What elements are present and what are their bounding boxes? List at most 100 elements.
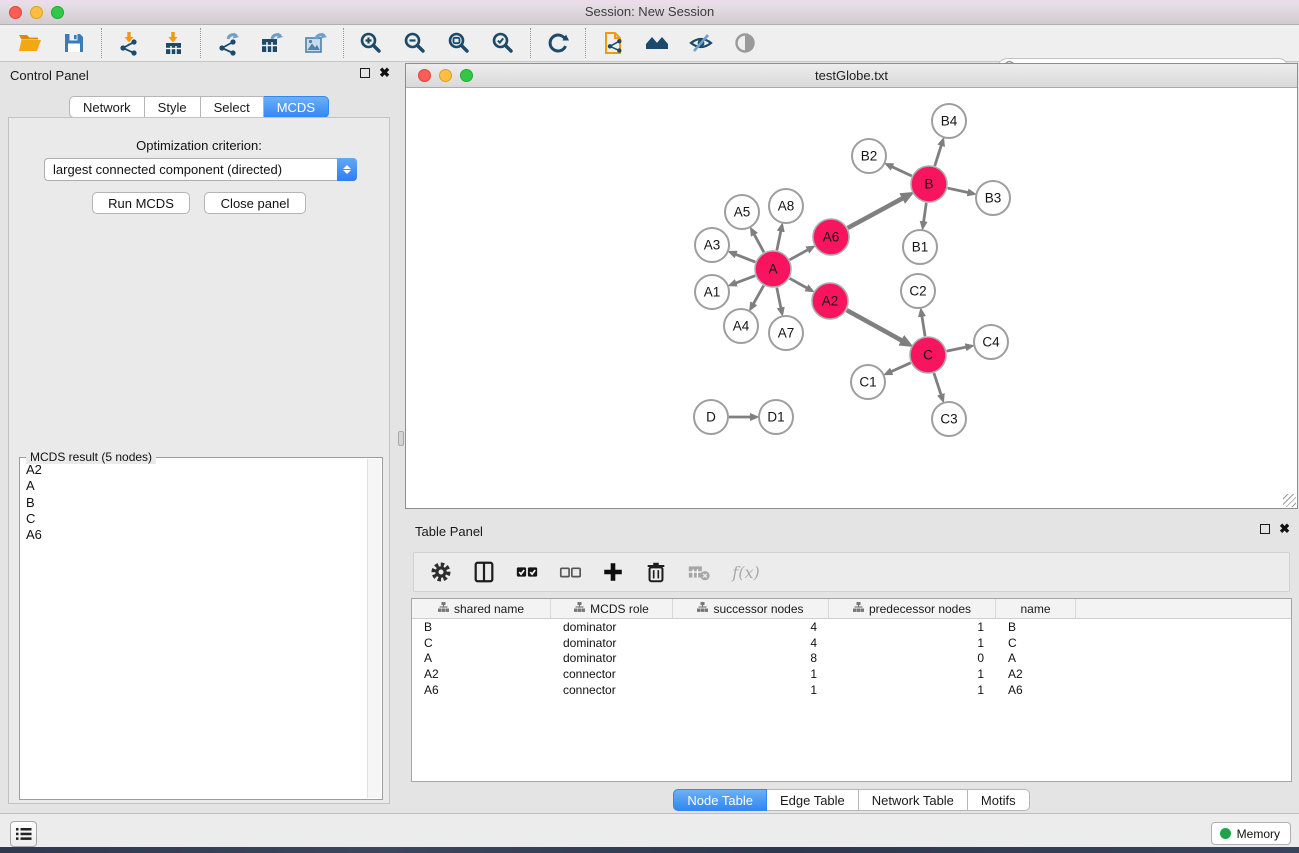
dropdown-stepper-icon[interactable]: [337, 158, 357, 181]
hide-graphics-details-icon[interactable]: [687, 29, 715, 57]
tab-node-table[interactable]: Node Table: [673, 789, 767, 811]
save-session-icon[interactable]: [60, 29, 88, 57]
trash-icon[interactable]: [643, 559, 669, 585]
graph-node-A1[interactable]: A1: [695, 275, 729, 309]
tab-select[interactable]: Select: [201, 96, 264, 118]
table-row[interactable]: A6connector11A6: [412, 682, 1291, 698]
edge-B-B1[interactable]: [924, 203, 927, 222]
mcds-result-item[interactable]: C: [22, 511, 366, 527]
table-cell[interactable]: C: [412, 636, 551, 650]
column-header-predecessor-nodes[interactable]: predecessor nodes: [829, 599, 996, 618]
tab-edge-table[interactable]: Edge Table: [767, 789, 859, 811]
table-cell[interactable]: B: [996, 620, 1076, 634]
import-network-icon[interactable]: [115, 29, 143, 57]
float-table-panel-icon[interactable]: [1260, 524, 1270, 534]
table-cell[interactable]: C: [996, 636, 1076, 650]
task-history-button[interactable]: [10, 821, 37, 847]
table-cell[interactable]: 1: [673, 683, 829, 697]
edge-A6-B[interactable]: [848, 198, 904, 228]
table-cell[interactable]: A6: [996, 683, 1076, 697]
edge-A-A4[interactable]: [753, 286, 763, 305]
graph-node-A2[interactable]: A2: [812, 283, 848, 319]
table-cell[interactable]: 1: [829, 620, 996, 634]
graph-node-C1[interactable]: C1: [851, 365, 885, 399]
table-cell[interactable]: dominator: [551, 651, 673, 665]
edge-A-A8[interactable]: [777, 230, 781, 250]
table-row[interactable]: Cdominator41C: [412, 635, 1291, 651]
edge-C-C1[interactable]: [891, 363, 911, 372]
tab-network-table[interactable]: Network Table: [859, 789, 968, 811]
table-cell[interactable]: 0: [829, 651, 996, 665]
split-table-icon[interactable]: [471, 559, 497, 585]
optimization-criterion-dropdown[interactable]: largest connected component (directed): [44, 158, 357, 181]
edge-A-A7[interactable]: [777, 288, 781, 309]
graph-node-B4[interactable]: B4: [932, 104, 966, 138]
column-header-name[interactable]: name: [996, 599, 1076, 618]
refresh-icon[interactable]: [544, 29, 572, 57]
edge-A-A1[interactable]: [735, 276, 755, 283]
graph-node-B2[interactable]: B2: [852, 139, 886, 173]
check-pair-icon[interactable]: [514, 559, 540, 585]
table-row[interactable]: Bdominator41B: [412, 619, 1291, 635]
table-cell[interactable]: A6: [412, 683, 551, 697]
zoom-out-icon[interactable]: [401, 29, 429, 57]
network-window-titlebar[interactable]: testGlobe.txt: [406, 64, 1297, 88]
graph-node-D1[interactable]: D1: [759, 400, 793, 434]
graph-node-A8[interactable]: A8: [769, 189, 803, 223]
graph-node-A3[interactable]: A3: [695, 228, 729, 262]
uncheck-pair-icon[interactable]: [557, 559, 583, 585]
graph-node-B1[interactable]: B1: [903, 230, 937, 264]
tab-mcds[interactable]: MCDS: [264, 96, 329, 118]
window-resize-grip[interactable]: [1283, 494, 1296, 507]
network-canvas[interactable]: B4B2BB3A5A8A6A3B1AA1C2A2A4A7C4CC1C3DD1: [406, 88, 1297, 508]
close-panel-icon[interactable]: ✖: [379, 68, 390, 78]
table-cell[interactable]: dominator: [551, 636, 673, 650]
graph-node-A4[interactable]: A4: [724, 309, 758, 343]
export-table-icon[interactable]: [258, 29, 286, 57]
edge-A-A5[interactable]: [754, 234, 764, 252]
graph-node-C3[interactable]: C3: [932, 402, 966, 436]
edge-A-A3[interactable]: [735, 254, 755, 262]
zoom-fit-icon[interactable]: [445, 29, 473, 57]
table-cell[interactable]: 4: [673, 636, 829, 650]
edge-A-A6[interactable]: [790, 250, 809, 260]
edge-C-C4[interactable]: [947, 347, 967, 351]
table-cell[interactable]: dominator: [551, 620, 673, 634]
table-cell[interactable]: A2: [996, 667, 1076, 681]
import-table-icon[interactable]: [159, 29, 187, 57]
close-table-panel-icon[interactable]: ✖: [1279, 524, 1290, 534]
edge-B-B4[interactable]: [935, 145, 942, 166]
table-cell[interactable]: A2: [412, 667, 551, 681]
mcds-result-item[interactable]: A6: [22, 527, 366, 543]
edge-B-B3[interactable]: [948, 188, 969, 193]
edge-C-C3[interactable]: [934, 373, 941, 395]
mcds-result-item[interactable]: B: [22, 495, 366, 511]
result-scrollbar[interactable]: [367, 459, 381, 798]
tab-style[interactable]: Style: [145, 96, 201, 118]
edge-C-C2[interactable]: [922, 316, 925, 337]
column-header-shared-name[interactable]: shared name: [412, 599, 551, 618]
export-image-icon[interactable]: [302, 29, 330, 57]
table-cell[interactable]: connector: [551, 667, 673, 681]
mcds-result-item[interactable]: A2: [22, 462, 366, 478]
edge-B-B2[interactable]: [892, 167, 912, 176]
graph-node-C4[interactable]: C4: [974, 325, 1008, 359]
table-cell[interactable]: A: [412, 651, 551, 665]
table-cell[interactable]: B: [412, 620, 551, 634]
tab-motifs[interactable]: Motifs: [968, 789, 1030, 811]
close-panel-button[interactable]: Close panel: [204, 192, 306, 214]
memory-button[interactable]: Memory: [1211, 822, 1291, 845]
mcds-result-item[interactable]: A: [22, 478, 366, 494]
table-cell[interactable]: 4: [673, 620, 829, 634]
graph-node-C2[interactable]: C2: [901, 274, 935, 308]
graph-node-A6[interactable]: A6: [813, 219, 849, 255]
graph-node-A5[interactable]: A5: [725, 195, 759, 229]
home-pair-icon[interactable]: [643, 29, 671, 57]
zoom-in-icon[interactable]: [357, 29, 385, 57]
graph-node-B[interactable]: B: [911, 166, 947, 202]
panel-splitter-grip[interactable]: [398, 431, 404, 446]
network-from-file-icon[interactable]: [599, 29, 627, 57]
table-cell[interactable]: 1: [673, 667, 829, 681]
table-row[interactable]: Adominator80A: [412, 650, 1291, 666]
table-cell[interactable]: 1: [829, 667, 996, 681]
